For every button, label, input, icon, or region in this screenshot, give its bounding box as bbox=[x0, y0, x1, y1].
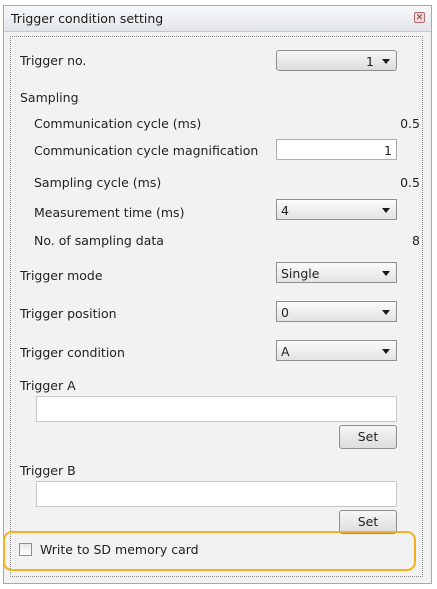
trigger-mode-dropdown[interactable]: Single bbox=[276, 262, 397, 283]
chevron-down-icon bbox=[382, 271, 390, 276]
chevron-down-icon bbox=[382, 59, 390, 64]
chevron-down-icon bbox=[382, 208, 390, 213]
sampling-data-label: No. of sampling data bbox=[34, 233, 164, 248]
magnification-value: 1 bbox=[384, 143, 392, 158]
dialog-title: Trigger condition setting bbox=[11, 11, 164, 26]
sd-card-label[interactable]: Write to SD memory card bbox=[40, 542, 199, 557]
communication-cycle-label: Communication cycle (ms) bbox=[34, 116, 202, 131]
trigger-position-value: 0 bbox=[281, 305, 289, 320]
trigger-no-value: 1 bbox=[366, 54, 374, 69]
trigger-no-dropdown[interactable]: 1 bbox=[276, 50, 397, 71]
chevron-down-icon bbox=[382, 310, 390, 315]
measurement-time-dropdown[interactable]: 4 bbox=[276, 199, 397, 220]
measurement-time-value: 4 bbox=[281, 203, 289, 218]
sampling-heading: Sampling bbox=[20, 90, 79, 105]
chevron-down-icon bbox=[382, 349, 390, 354]
trigger-position-dropdown[interactable]: 0 bbox=[276, 301, 397, 322]
trigger-b-input[interactable] bbox=[36, 481, 397, 507]
close-icon[interactable]: ✕ bbox=[414, 12, 425, 23]
trigger-no-label: Trigger no. bbox=[20, 53, 87, 68]
sd-card-checkbox[interactable] bbox=[19, 543, 32, 556]
trigger-position-label: Trigger position bbox=[20, 306, 117, 321]
trigger-mode-label: Trigger mode bbox=[20, 268, 103, 283]
title-bar: Trigger condition setting ✕ bbox=[4, 6, 431, 32]
sampling-cycle-value: 0.5 bbox=[400, 175, 420, 190]
trigger-condition-value: A bbox=[281, 344, 290, 359]
communication-cycle-value: 0.5 bbox=[400, 116, 420, 131]
trigger-a-label: Trigger A bbox=[20, 378, 76, 393]
trigger-mode-value: Single bbox=[281, 266, 320, 281]
magnification-label: Communication cycle magnification bbox=[34, 143, 259, 158]
sampling-data-value: 8 bbox=[412, 233, 420, 248]
trigger-condition-dropdown[interactable]: A bbox=[276, 340, 397, 361]
sampling-cycle-label: Sampling cycle (ms) bbox=[34, 175, 162, 190]
trigger-b-label: Trigger B bbox=[20, 463, 76, 478]
magnification-input[interactable]: 1 bbox=[276, 139, 397, 160]
trigger-a-set-button[interactable]: Set bbox=[339, 425, 397, 449]
measurement-time-label: Measurement time (ms) bbox=[34, 205, 185, 220]
trigger-a-input[interactable] bbox=[36, 396, 397, 422]
trigger-condition-label: Trigger condition bbox=[20, 345, 125, 360]
